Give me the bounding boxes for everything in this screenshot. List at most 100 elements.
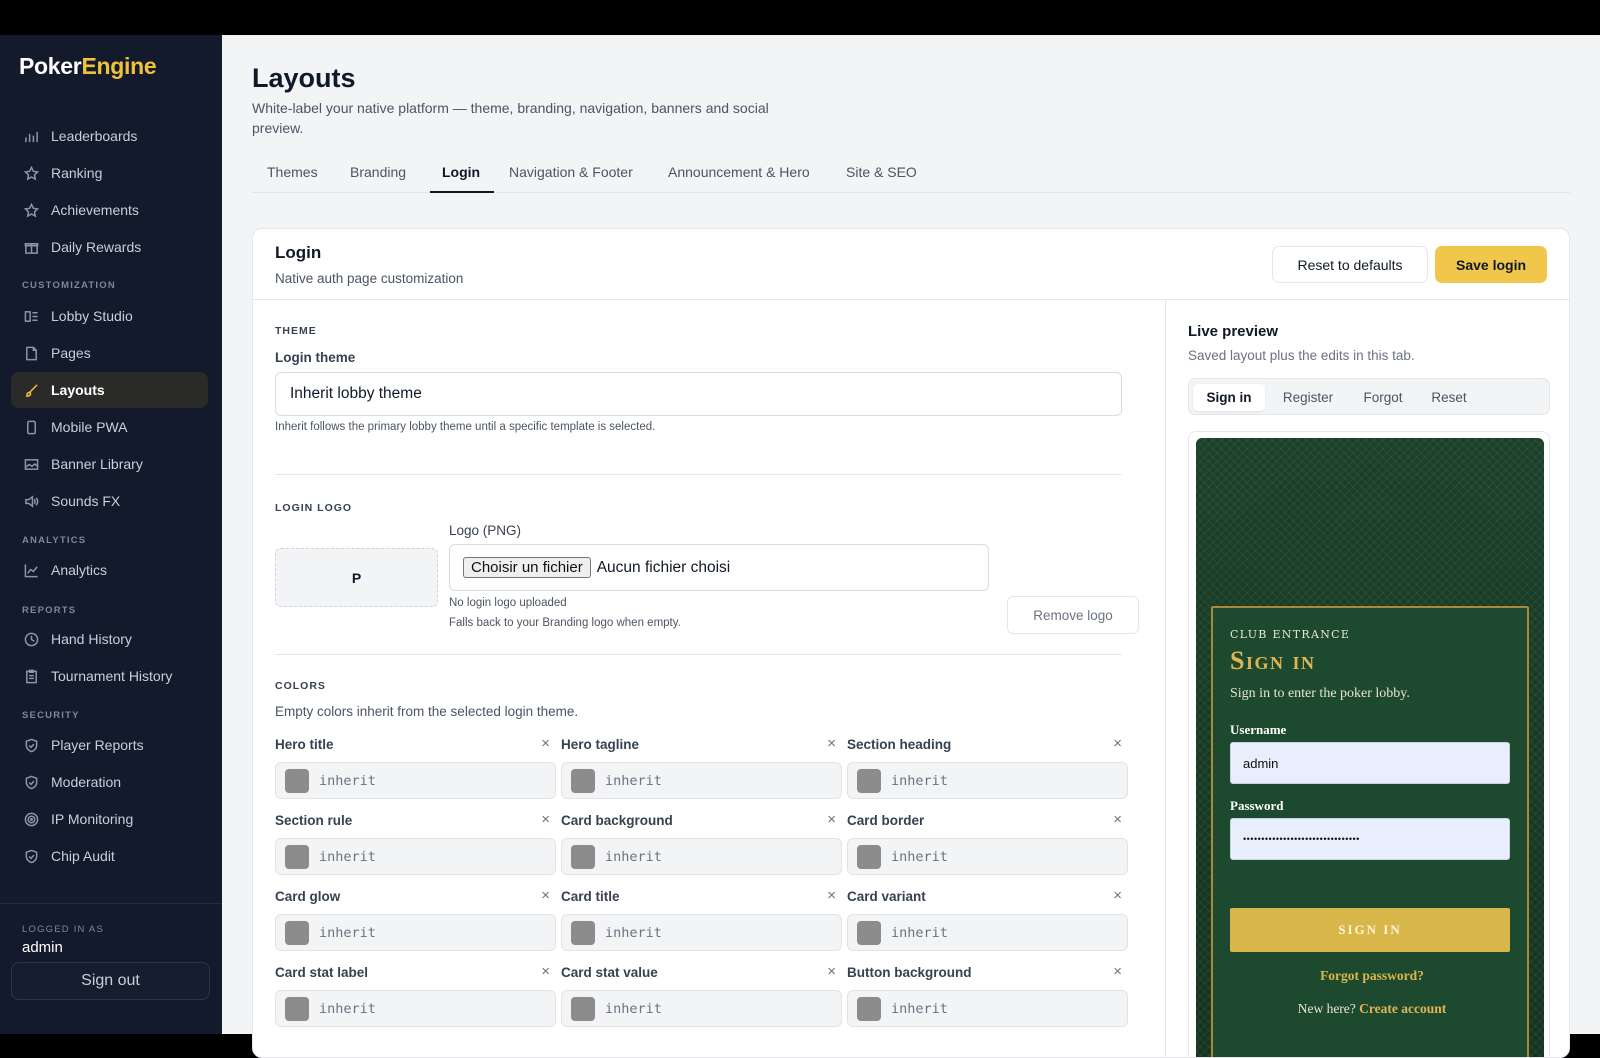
brand-part1: Poker [19,53,82,79]
preview-new-here-text: New here? [1297,1001,1356,1016]
sidebar-item-pages[interactable]: Pages [11,335,208,371]
sidebar-item-label: Hand History [51,631,132,647]
preview-tab-sign-in[interactable]: Sign in [1193,384,1265,411]
preview-tab-register[interactable]: Register [1267,384,1349,411]
colors-description: Empty colors inherit from the selected l… [275,704,579,719]
preview-forgot-link[interactable]: Forgot password? [1213,968,1531,984]
preview-signin-card: CLUB ENTRANCE Sign in Sign in to enter t… [1211,606,1531,1057]
color-input[interactable]: inherit [847,914,1128,951]
color-swatch[interactable] [571,920,595,945]
sidebar-item-analytics[interactable]: Analytics [11,552,208,588]
layout-tabs: Themes Branding Login Navigation & Foote… [252,156,1570,193]
logged-in-label: LOGGED IN AS [22,924,104,935]
sign-out-button[interactable]: Sign out [11,962,210,1000]
color-input[interactable]: inherit [847,990,1128,1027]
section-label-analytics: ANALYTICS [22,535,87,546]
clear-color-button[interactable]: × [1113,887,1122,904]
clear-color-button[interactable]: × [827,963,836,980]
tab-navigation-footer[interactable]: Navigation & Footer [509,164,633,180]
choose-file-button[interactable]: Choisir un fichier [463,557,591,578]
tab-branding[interactable]: Branding [350,164,406,180]
color-field-label: Card background [561,813,673,828]
preview-create-account-link[interactable]: Create account [1359,1001,1446,1016]
color-input[interactable]: inherit [561,914,842,951]
color-input[interactable]: inherit [561,762,842,799]
color-input[interactable]: inherit [847,838,1128,875]
live-preview-panel: Live preview Saved layout plus the edits… [1165,300,1569,1057]
sidebar-item-daily-rewards[interactable]: Daily Rewards [11,229,208,265]
clear-color-button[interactable]: × [1113,811,1122,828]
clear-color-button[interactable]: × [827,811,836,828]
login-theme-hint: Inherit follows the primary lobby theme … [275,421,656,433]
preview-username-input[interactable]: admin [1230,742,1510,784]
tab-themes[interactable]: Themes [267,164,318,180]
color-input[interactable]: inherit [275,762,556,799]
preview-password-input[interactable]: •••••••••••••••••••••••••••••••• [1230,818,1510,860]
sidebar-item-hand-history[interactable]: Hand History [11,621,208,657]
preview-tab-forgot[interactable]: Forgot [1349,384,1417,411]
sidebar-item-layouts[interactable]: Layouts [11,372,208,408]
color-swatch[interactable] [857,920,881,945]
sidebar-item-tournament-history[interactable]: Tournament History [11,658,208,694]
clear-color-button[interactable]: × [1113,963,1122,980]
sidebar-item-leaderboards[interactable]: Leaderboards [11,118,208,154]
logo-file-input[interactable]: Choisir un fichier Aucun fichier choisi [449,544,989,591]
sidebar-item-label: Ranking [51,165,103,181]
clear-color-button[interactable]: × [541,811,550,828]
layout-icon [23,308,39,324]
sidebar-item-mobile-pwa[interactable]: Mobile PWA [11,409,208,445]
login-theme-select[interactable]: Inherit lobby theme [275,372,1122,416]
clear-color-button[interactable]: × [827,887,836,904]
clear-color-button[interactable]: × [827,735,836,752]
card-title: Login [275,243,322,262]
color-input[interactable]: inherit [847,762,1128,799]
preview-signin-button[interactable]: SIGN IN [1230,908,1510,952]
login-logo-section-heading: LOGIN LOGO [275,502,353,514]
color-swatch[interactable] [571,768,595,793]
color-swatch[interactable] [571,996,595,1021]
remove-logo-button[interactable]: Remove logo [1007,596,1139,634]
color-swatch[interactable] [285,996,309,1021]
sidebar-item-chip-audit[interactable]: Chip Audit [11,838,208,874]
preview-password-value: •••••••••••••••••••••••••••••••• [1243,834,1360,844]
sidebar-item-ranking[interactable]: Ranking [11,155,208,191]
color-value: inherit [605,848,662,865]
tab-login[interactable]: Login [442,164,480,180]
clear-color-button[interactable]: × [541,963,550,980]
sidebar-item-banner-library[interactable]: Banner Library [11,446,208,482]
color-field: Hero title × inherit [275,735,556,807]
login-card: Login Native auth page customization Res… [252,228,1570,1058]
color-input[interactable]: inherit [275,838,556,875]
color-swatch[interactable] [571,844,595,869]
preview-tab-reset[interactable]: Reset [1417,384,1481,411]
color-swatch[interactable] [857,768,881,793]
tab-announcement-hero[interactable]: Announcement & Hero [668,164,810,180]
sidebar-item-ip-monitoring[interactable]: IP Monitoring [11,801,208,837]
color-value: inherit [891,848,948,865]
color-input[interactable]: inherit [561,838,842,875]
tab-site-seo[interactable]: Site & SEO [846,164,917,180]
color-swatch[interactable] [857,996,881,1021]
clear-color-button[interactable]: × [1113,735,1122,752]
sidebar-item-moderation[interactable]: Moderation [11,764,208,800]
clear-color-button[interactable]: × [541,887,550,904]
sidebar-item-achievements[interactable]: Achievements [11,192,208,228]
reset-to-defaults-button[interactable]: Reset to defaults [1272,246,1428,283]
color-input[interactable]: inherit [275,990,556,1027]
sidebar-item-player-reports[interactable]: Player Reports [11,727,208,763]
color-field: Card stat label × inherit [275,963,556,1035]
save-login-button[interactable]: Save login [1435,246,1547,283]
brand-logo[interactable]: PokerEngine [19,53,157,80]
color-input[interactable]: inherit [275,914,556,951]
sidebar-item-sounds-fx[interactable]: Sounds FX [11,483,208,519]
sidebar-item-lobby-studio[interactable]: Lobby Studio [11,298,208,334]
sidebar-item-label: Banner Library [51,456,143,472]
logo-png-label: Logo (PNG) [449,523,522,538]
clear-color-button[interactable]: × [541,735,550,752]
color-input[interactable]: inherit [561,990,842,1027]
color-swatch[interactable] [857,844,881,869]
color-swatch[interactable] [285,844,309,869]
sidebar-item-label: Analytics [51,562,108,578]
color-swatch[interactable] [285,768,309,793]
color-swatch[interactable] [285,920,309,945]
